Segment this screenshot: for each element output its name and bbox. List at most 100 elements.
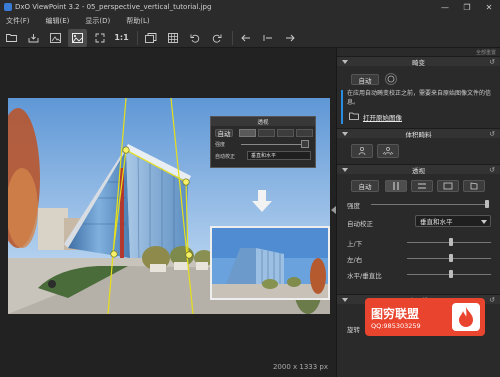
- section-distortion-title: 畸变: [412, 58, 425, 67]
- folder-icon: [6, 34, 17, 42]
- perspective-vertical-button[interactable]: [385, 180, 407, 192]
- rotate-left-button[interactable]: [185, 29, 204, 47]
- auto-correct-label: 自动校正: [347, 220, 373, 228]
- chevron-down-icon: [481, 220, 487, 224]
- inset-intensity-slider[interactable]: [241, 144, 305, 145]
- image-viewer[interactable]: 透视 自动 强度 自动校正 垂直和水平 2000 x 1333 px: [0, 48, 336, 377]
- layers-icon: [144, 32, 156, 43]
- redo-button[interactable]: [280, 29, 299, 47]
- volume-mode-button[interactable]: [351, 144, 373, 158]
- inset-mode-horizontal[interactable]: [258, 129, 275, 137]
- watermark-qq: QQ:985303259: [371, 321, 421, 330]
- up-down-slider-knob[interactable]: [449, 238, 453, 246]
- inset-auto-correct-value: 垂直和水平: [251, 153, 277, 159]
- maximize-button[interactable]: ❐: [456, 0, 478, 14]
- inset-mode-rect[interactable]: [296, 129, 313, 137]
- section-distortion-body: 自动 在应用自动畸变校正之前，需要来自原始图像文件的信息。 打开原始图像: [337, 66, 500, 128]
- perspective-eight-point-button[interactable]: [437, 180, 459, 192]
- collapse-triangle-icon[interactable]: [342, 297, 348, 303]
- group-icon: [382, 147, 394, 156]
- undo-button[interactable]: [236, 29, 255, 47]
- ratio-slider-knob[interactable]: [449, 270, 453, 278]
- section-perspective-body: 自动 强度 自动校正 垂直和水平 上/下 左/右 水平/垂直比: [337, 174, 500, 294]
- inset-title: 透视: [211, 117, 315, 126]
- fit-view-button[interactable]: [68, 28, 87, 47]
- zoom-100-button[interactable]: 1:1: [112, 29, 131, 47]
- horizontal-lines-icon: [418, 183, 426, 189]
- section-perspective-header[interactable]: 透视 ↺: [337, 164, 500, 175]
- before-after-button[interactable]: [46, 29, 65, 47]
- perspective-rectangle-button[interactable]: [463, 180, 485, 192]
- guide-handle-top-left: [122, 146, 130, 154]
- distortion-lens-button[interactable]: [385, 73, 397, 85]
- minimize-button[interactable]: —: [434, 0, 456, 14]
- reset-icon[interactable]: ↺: [489, 296, 495, 304]
- app-icon: [4, 3, 12, 11]
- section-distortion-header[interactable]: 畸变 ↺: [337, 56, 500, 67]
- reset-icon[interactable]: ↺: [489, 130, 495, 138]
- open-folder-button[interactable]: [2, 29, 21, 47]
- menu-bar: 文件(F) 编辑(E) 显示(D) 帮助(L): [0, 14, 500, 28]
- title-bar: DxO ViewPoint 3.2 - 05_perspective_verti…: [0, 0, 500, 14]
- intensity-slider[interactable]: [371, 204, 487, 205]
- panel-header: 全部重置: [337, 48, 500, 56]
- volume-group-button[interactable]: [377, 144, 399, 158]
- compare-view-button[interactable]: [141, 29, 160, 47]
- menu-help[interactable]: 帮助(L): [126, 16, 149, 26]
- rectangle-icon: [470, 182, 478, 190]
- close-button[interactable]: ✕: [478, 0, 500, 14]
- guide-handle-bottom-left: [110, 250, 118, 258]
- section-volume-body: [337, 138, 500, 164]
- inset-mode-eight[interactable]: [277, 129, 294, 137]
- intensity-slider-knob[interactable]: [485, 200, 489, 208]
- intensity-label: 强度: [347, 202, 360, 210]
- collapse-triangle-icon[interactable]: [342, 59, 348, 65]
- fit-screen-icon: [95, 33, 104, 42]
- export-icon: [28, 33, 39, 42]
- section-perspective-title: 透视: [412, 166, 425, 175]
- perspective-auto-button[interactable]: 自动: [351, 180, 379, 192]
- watermark-logo: [452, 303, 480, 331]
- export-button[interactable]: [24, 29, 43, 47]
- collapse-triangle-icon[interactable]: [342, 131, 348, 137]
- ratio-label: 水平/垂直比: [347, 272, 382, 280]
- inset-mode-vertical[interactable]: [239, 129, 256, 137]
- reset-icon[interactable]: ↺: [489, 166, 495, 174]
- open-original-link[interactable]: 打开原始图像: [363, 112, 402, 122]
- grid-button[interactable]: [163, 29, 182, 47]
- left-right-label: 左/右: [347, 256, 363, 264]
- auto-correct-dropdown[interactable]: 垂直和水平: [415, 215, 491, 227]
- auto-correct-value: 垂直和水平: [420, 218, 453, 226]
- perspective-horizontal-button[interactable]: [411, 180, 433, 192]
- zoom-100-label: 1:1: [114, 33, 129, 42]
- panel-collapse-icon[interactable]: [331, 206, 336, 214]
- eight-point-icon: [443, 182, 453, 190]
- arrow-left-icon: [240, 34, 250, 41]
- image-dimensions: 2000 x 1333 px: [272, 363, 328, 371]
- toolbar: 1:1: [0, 28, 500, 48]
- collapse-triangle-icon[interactable]: [342, 167, 348, 173]
- inset-perspective-panel: 透视 自动 强度 自动校正 垂直和水平: [210, 116, 316, 168]
- notice-accent-bar: [341, 90, 343, 124]
- menu-edit[interactable]: 编辑(E): [46, 16, 70, 26]
- image-icon: [72, 32, 83, 43]
- menu-view[interactable]: 显示(D): [85, 16, 110, 26]
- watermark-title: 图穷联盟: [371, 306, 420, 321]
- toolbar-divider: [137, 30, 138, 45]
- history-button[interactable]: [258, 29, 277, 47]
- inset-auto-correct-dropdown[interactable]: 垂直和水平: [247, 151, 311, 160]
- left-right-slider-knob[interactable]: [449, 254, 453, 262]
- inset-auto-button[interactable]: 自动: [215, 129, 233, 138]
- reset-all-label[interactable]: 全部重置: [476, 49, 496, 56]
- lens-icon: [387, 75, 395, 83]
- inset-mode-buttons: [239, 129, 313, 137]
- rotate-right-button[interactable]: [207, 29, 226, 47]
- distortion-auto-button[interactable]: 自动: [351, 74, 379, 85]
- menu-file[interactable]: 文件(F): [6, 16, 30, 26]
- fit-screen-button[interactable]: [90, 29, 109, 47]
- window-controls: — ❐ ✕: [434, 0, 500, 14]
- inset-intensity-value[interactable]: [301, 140, 309, 148]
- section-volume-header[interactable]: 体积畸料 ↺: [337, 128, 500, 139]
- inset-auto-correct-label: 自动校正: [215, 154, 236, 160]
- reset-icon[interactable]: ↺: [489, 58, 495, 66]
